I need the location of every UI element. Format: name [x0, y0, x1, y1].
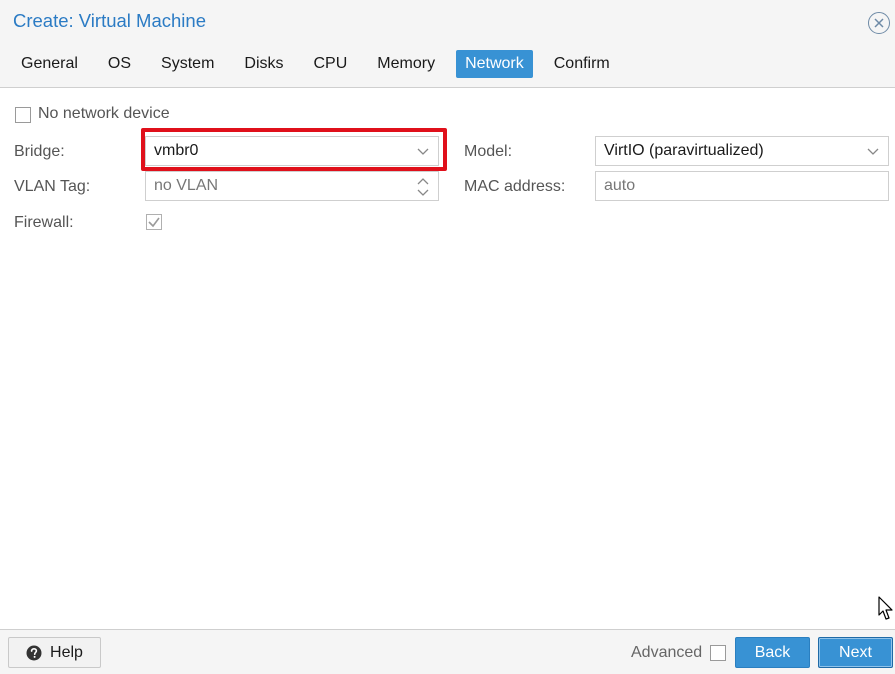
- next-button[interactable]: Next: [818, 637, 893, 668]
- spinner-updown-icon[interactable]: [417, 177, 429, 197]
- vlan-tag-input[interactable]: no VLAN: [145, 171, 439, 201]
- help-button-label: Help: [50, 643, 83, 661]
- firewall-label: Firewall:: [14, 214, 74, 231]
- chevron-down-icon[interactable]: [867, 146, 879, 156]
- tab-disks[interactable]: Disks: [235, 50, 292, 78]
- help-button[interactable]: Help: [8, 637, 101, 668]
- advanced-checkbox[interactable]: [710, 645, 726, 661]
- dialog-footer: Help Advanced Back Next: [0, 629, 895, 674]
- chevron-down-icon[interactable]: [417, 146, 429, 156]
- vlan-tag-placeholder: no VLAN: [154, 177, 219, 194]
- vlan-tag-label: VLAN Tag:: [14, 178, 91, 195]
- no-network-device-label: No network device: [38, 105, 170, 122]
- wizard-tabs: General OS System Disks CPU Memory Netwo…: [12, 50, 631, 78]
- model-value: VirtIO (paravirtualized): [604, 142, 764, 159]
- back-button[interactable]: Back: [735, 637, 810, 668]
- tab-network[interactable]: Network: [456, 50, 533, 78]
- tab-system[interactable]: System: [152, 50, 223, 78]
- close-icon[interactable]: [868, 12, 890, 34]
- mac-address-label: MAC address:: [464, 178, 566, 195]
- mac-address-input[interactable]: auto: [595, 171, 889, 201]
- model-select[interactable]: VirtIO (paravirtualized): [595, 136, 889, 166]
- checkmark-icon: [148, 217, 160, 228]
- tab-confirm[interactable]: Confirm: [545, 50, 619, 78]
- bridge-value: vmbr0: [154, 142, 199, 159]
- model-label: Model:: [464, 143, 513, 160]
- bridge-select[interactable]: vmbr0: [145, 136, 439, 166]
- dialog-header: Create: Virtual Machine General OS Syste…: [0, 0, 895, 88]
- create-vm-dialog: Create: Virtual Machine General OS Syste…: [0, 0, 895, 674]
- bridge-label: Bridge:: [14, 143, 65, 160]
- firewall-checkbox[interactable]: [146, 214, 162, 230]
- no-network-device-checkbox[interactable]: [15, 107, 31, 123]
- mac-address-placeholder: auto: [604, 177, 636, 194]
- tab-os[interactable]: OS: [99, 50, 140, 78]
- question-circle-icon: [26, 645, 42, 660]
- advanced-label: Advanced: [631, 644, 703, 661]
- tab-memory[interactable]: Memory: [368, 50, 444, 78]
- tab-general[interactable]: General: [12, 50, 87, 78]
- tab-cpu[interactable]: CPU: [305, 50, 357, 78]
- dialog-title: Create: Virtual Machine: [13, 10, 206, 31]
- mouse-pointer-icon: [878, 596, 893, 620]
